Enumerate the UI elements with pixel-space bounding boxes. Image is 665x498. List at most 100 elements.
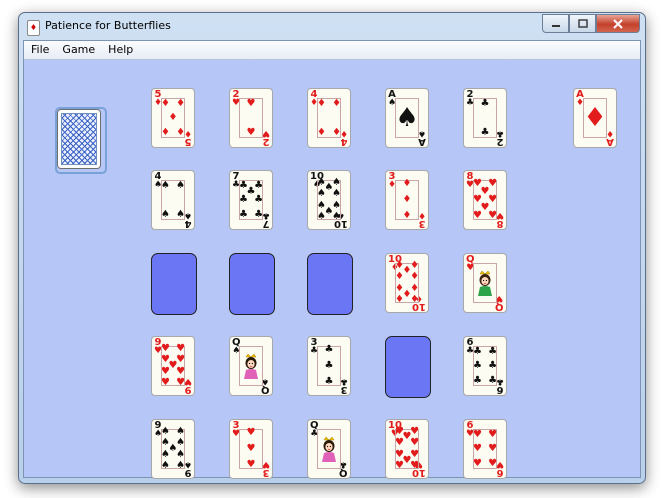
tableau-card[interactable]: Q ♣ Q ♣ <box>307 419 351 479</box>
card-corner-bottom: A ♠ <box>417 128 426 147</box>
card-pip: ♥ <box>246 459 256 471</box>
card-pip: ♠ <box>176 208 186 220</box>
card-corner-bottom: 6 ♣ <box>495 376 504 395</box>
menu-bar: File Game Help <box>24 41 640 60</box>
tableau-card[interactable]: 10 ♠ 10 ♠ ♠ ♠ ♠ ♠ ♠ ♠ ♠ ♠ ♠ ♠ <box>307 170 351 230</box>
close-button[interactable] <box>596 14 640 33</box>
tableau-card[interactable]: 9 ♥ 9 ♥ ♥ ♥ ♥ ♥ ♥ ♥ ♥ ♥ ♥ <box>151 336 195 396</box>
tableau-card[interactable]: 6 ♥ 6 ♥ ♥ ♥ ♥ ♥ ♥ ♥ <box>463 419 507 479</box>
card-corner-bottom: 3 ♣ <box>340 376 348 395</box>
card-pip: ♥ <box>246 97 256 109</box>
card-pip: ♥ <box>160 365 170 377</box>
card-pip: ♦ <box>410 294 420 306</box>
tableau-card[interactable]: 10 ♥ 10 ♥ ♥ ♥ ♥ ♥ ♥ ♥ ♥ ♥ ♥ ♥ <box>385 419 429 479</box>
card-suit: ♣ <box>495 128 504 138</box>
card-pip: ♦ <box>402 177 412 189</box>
queen-face-image <box>319 436 339 462</box>
card-suit: ♣ <box>261 210 270 220</box>
card-pip: ♥ <box>246 443 256 454</box>
stock-pile[interactable] <box>57 109 101 169</box>
menu-help[interactable]: Help <box>101 41 139 59</box>
card-suit: ♣ <box>495 376 504 386</box>
card-pip: ♦ <box>176 97 186 109</box>
card-pip: ♣ <box>488 345 498 357</box>
card-pip: ♣ <box>472 345 482 357</box>
card-corner-bottom: 5 ♦ <box>183 128 192 147</box>
card-pip: ♠ <box>160 425 170 437</box>
tableau-card[interactable]: 8 ♥ 8 ♥ ♥ ♥ ♥ ♥ ♥ ♥ ♥ ♥ <box>463 170 507 230</box>
card-pip: ♥ <box>160 377 170 389</box>
card-pip: ♦ <box>168 112 178 123</box>
card-pip: ♥ <box>472 443 482 454</box>
card-pip: ♥ <box>472 210 482 222</box>
card-suit: ♦ <box>417 210 426 220</box>
empty-slot[interactable] <box>229 253 275 315</box>
card-pip: ♥ <box>246 126 256 138</box>
empty-slot[interactable] <box>151 253 197 315</box>
tableau-card[interactable]: 4 ♦ 4 ♦ ♦ ♦ ♦ ♦ <box>307 88 351 148</box>
card-corner-bottom: 8 ♥ <box>496 210 504 229</box>
card-corner-bottom: 9 ♥ <box>183 376 192 395</box>
card-suit: ♠ <box>183 210 192 220</box>
tableau-card[interactable]: 2 ♣ 2 ♣ ♣ ♣ <box>463 88 507 148</box>
card-suit: ♥ <box>261 459 270 469</box>
card-suit: ♠ <box>417 128 426 138</box>
tableau-card[interactable]: 3 ♥ 3 ♥ ♥ ♥ ♥ <box>229 419 273 479</box>
card-corner-bottom: 3 ♥ <box>261 459 270 478</box>
queen-face-image <box>475 270 495 296</box>
card-corner-bottom: 6 ♥ <box>496 459 504 478</box>
card-pip: ♣ <box>472 374 482 386</box>
tableau-card[interactable]: A ♠ A ♠ ♠ <box>385 88 429 148</box>
card-pip: ♣ <box>238 208 248 220</box>
tableau-card[interactable]: 6 ♣ 6 ♣ ♣ ♣ ♣ ♣ ♣ ♣ <box>463 336 507 396</box>
card-pip: ♠ <box>395 103 419 133</box>
card-pip: ♣ <box>238 194 248 205</box>
close-icon <box>613 18 623 29</box>
tableau-card[interactable]: Q ♠ Q ♠ <box>229 336 273 396</box>
card-pip: ♥ <box>410 437 420 449</box>
card-pip: ♦ <box>332 126 342 138</box>
card-corner-bottom: 2 ♣ <box>495 128 504 147</box>
title-bar[interactable]: ♦ Patience for Butterflies <box>19 13 645 40</box>
card-pip: ♠ <box>176 425 186 437</box>
card-corner-bottom: 3 ♦ <box>417 210 426 229</box>
card-pip: ♦ <box>316 97 326 109</box>
empty-slot[interactable] <box>307 253 353 315</box>
card-pip: ♣ <box>488 374 498 386</box>
menu-game[interactable]: Game <box>55 41 101 59</box>
card-pip: ♥ <box>488 457 498 469</box>
card-suit: ♦ <box>605 128 614 138</box>
app-icon[interactable]: ♦ <box>27 20 40 36</box>
card-pip: ♠ <box>332 188 342 200</box>
maximize-button[interactable] <box>569 14 596 33</box>
card-pip: ♦ <box>394 294 404 306</box>
client-area: File Game Help 5 ♦ 5 ♦ ♦ ♦ ♦ ♦ ♦ 2 ♥ 2 ♥ ♥ ♥ 4 ♦ 4 ♦ ♦ ♦ ♦ ♦ A ♠… <box>23 40 641 479</box>
tableau-card[interactable]: 5 ♦ 5 ♦ ♦ ♦ ♦ ♦ ♦ <box>151 88 195 148</box>
tableau-card[interactable]: 3 ♣ 3 ♣ ♣ ♣ ♣ <box>307 336 351 396</box>
card-pip: ♦ <box>176 126 186 138</box>
tableau-card[interactable]: 3 ♦ 3 ♦ ♦ ♦ ♦ <box>385 170 429 230</box>
card-pip: ♥ <box>246 426 256 438</box>
card-pip: ♠ <box>160 208 170 220</box>
empty-slot[interactable] <box>385 336 431 398</box>
tableau-card[interactable]: 7 ♣ 7 ♣ ♣ ♣ ♣ ♣ ♣ ♣ ♣ <box>229 170 273 230</box>
tableau-card[interactable]: 9 ♠ 9 ♠ ♠ ♠ ♠ ♠ ♠ ♠ ♠ ♠ ♠ <box>151 419 195 479</box>
card-pip: ♦ <box>160 97 170 109</box>
card-pip: ♠ <box>176 460 186 472</box>
card-pip: ♣ <box>324 376 334 388</box>
card-pip: ♠ <box>160 448 170 460</box>
card-suit: ♥ <box>183 376 192 386</box>
foundation-card[interactable]: A ♦ A ♦ ♦ <box>573 88 617 148</box>
card-back-pattern <box>61 113 97 165</box>
tableau-card[interactable]: 4 ♠ 4 ♠ ♠ ♠ ♠ ♠ <box>151 170 195 230</box>
card-pip: ♠ <box>160 179 170 191</box>
card-suit: ♥ <box>261 128 270 138</box>
card-suit: ♦ <box>183 128 192 138</box>
tableau-card[interactable]: Q ♥ Q ♥ <box>463 253 507 313</box>
card-pip: ♣ <box>324 343 334 355</box>
menu-file[interactable]: File <box>24 41 55 59</box>
card-pip: ♥ <box>472 457 482 469</box>
tableau-card[interactable]: 2 ♥ 2 ♥ ♥ ♥ <box>229 88 273 148</box>
minimize-button[interactable] <box>542 14 569 33</box>
tableau-card[interactable]: 10 ♦ 10 ♦ ♦ ♦ ♦ ♦ ♦ ♦ ♦ ♦ ♦ ♦ <box>385 253 429 313</box>
